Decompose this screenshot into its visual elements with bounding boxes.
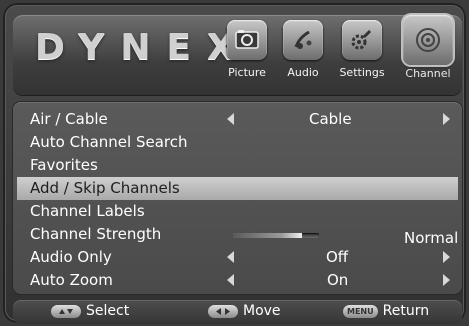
menu-item-value: Normal [404,229,459,247]
osd-frame: DYNEX Picture Audio Settings Channel Air… [3,3,466,324]
right-arrow-icon[interactable] [443,251,450,263]
select-hint: Select [51,303,129,319]
channel-menu-panel: Air / Cable Cable Auto Channel Search Fa… [13,102,462,294]
tab-picture[interactable]: Picture [218,20,276,88]
channel-strength-meter [233,233,319,238]
menu-item-channel-labels[interactable]: Channel Labels [17,200,458,223]
menu-item-air-cable[interactable]: Air / Cable Cable [17,108,458,131]
left-right-buttons-icon [208,304,238,318]
tab-audio[interactable]: Audio [274,20,332,88]
right-arrow-icon[interactable] [443,274,450,286]
menu-item-audio-only[interactable]: Audio Only Off [17,246,458,269]
menu-item-label: Add / Skip Channels [30,179,180,197]
channel-strength-fill [233,233,302,238]
right-arrow-icon[interactable] [443,113,450,125]
select-hint-label: Select [86,303,130,319]
menu-item-value: Off [326,248,349,266]
menu-item-channel-strength[interactable]: Channel Strength Normal [17,223,459,247]
tab-settings-label: Settings [339,66,385,79]
menu-item-label: Air / Cable [30,110,108,128]
return-hint: MENU Return [343,303,429,319]
menu-item-add-skip-channels[interactable]: Add / Skip Channels [17,177,458,200]
menu-item-auto-channel-search[interactable]: Auto Channel Search [17,131,458,154]
menu-item-label: Channel Labels [30,202,145,220]
menu-item-label: Favorites [30,156,98,174]
menu-item-label: Channel Strength [30,225,162,243]
move-hint: Move [208,303,281,319]
tab-settings[interactable]: Settings [333,20,391,88]
menu-item-label: Audio Only [30,248,112,266]
channel-icon [403,15,453,65]
menu-item-label: Auto Channel Search [30,133,188,151]
audio-icon [283,20,323,60]
button-hints-bar: Select Move MENU Return [13,300,462,324]
left-arrow-icon[interactable] [227,274,234,286]
menu-item-favorites[interactable]: Favorites [17,154,458,177]
return-hint-label: Return [382,303,430,319]
left-arrow-icon[interactable] [227,251,234,263]
tab-picture-label: Picture [228,66,266,79]
menu-item-value: Cable [309,110,352,128]
move-hint-label: Move [243,303,281,319]
left-arrow-icon[interactable] [227,113,234,125]
tab-channel-label: Channel [405,67,451,80]
menu-item-label: Auto Zoom [30,271,113,289]
up-down-buttons-icon [51,304,81,318]
menu-key-icon: MENU [343,304,378,318]
menu-item-value: On [327,271,349,289]
tab-channel[interactable]: Channel [399,15,457,88]
picture-icon [227,20,267,60]
tab-audio-label: Audio [287,66,319,79]
menu-item-auto-zoom[interactable]: Auto Zoom On [17,269,458,292]
settings-icon [342,20,382,60]
menu-header: DYNEX Picture Audio Settings Channel [13,15,462,95]
